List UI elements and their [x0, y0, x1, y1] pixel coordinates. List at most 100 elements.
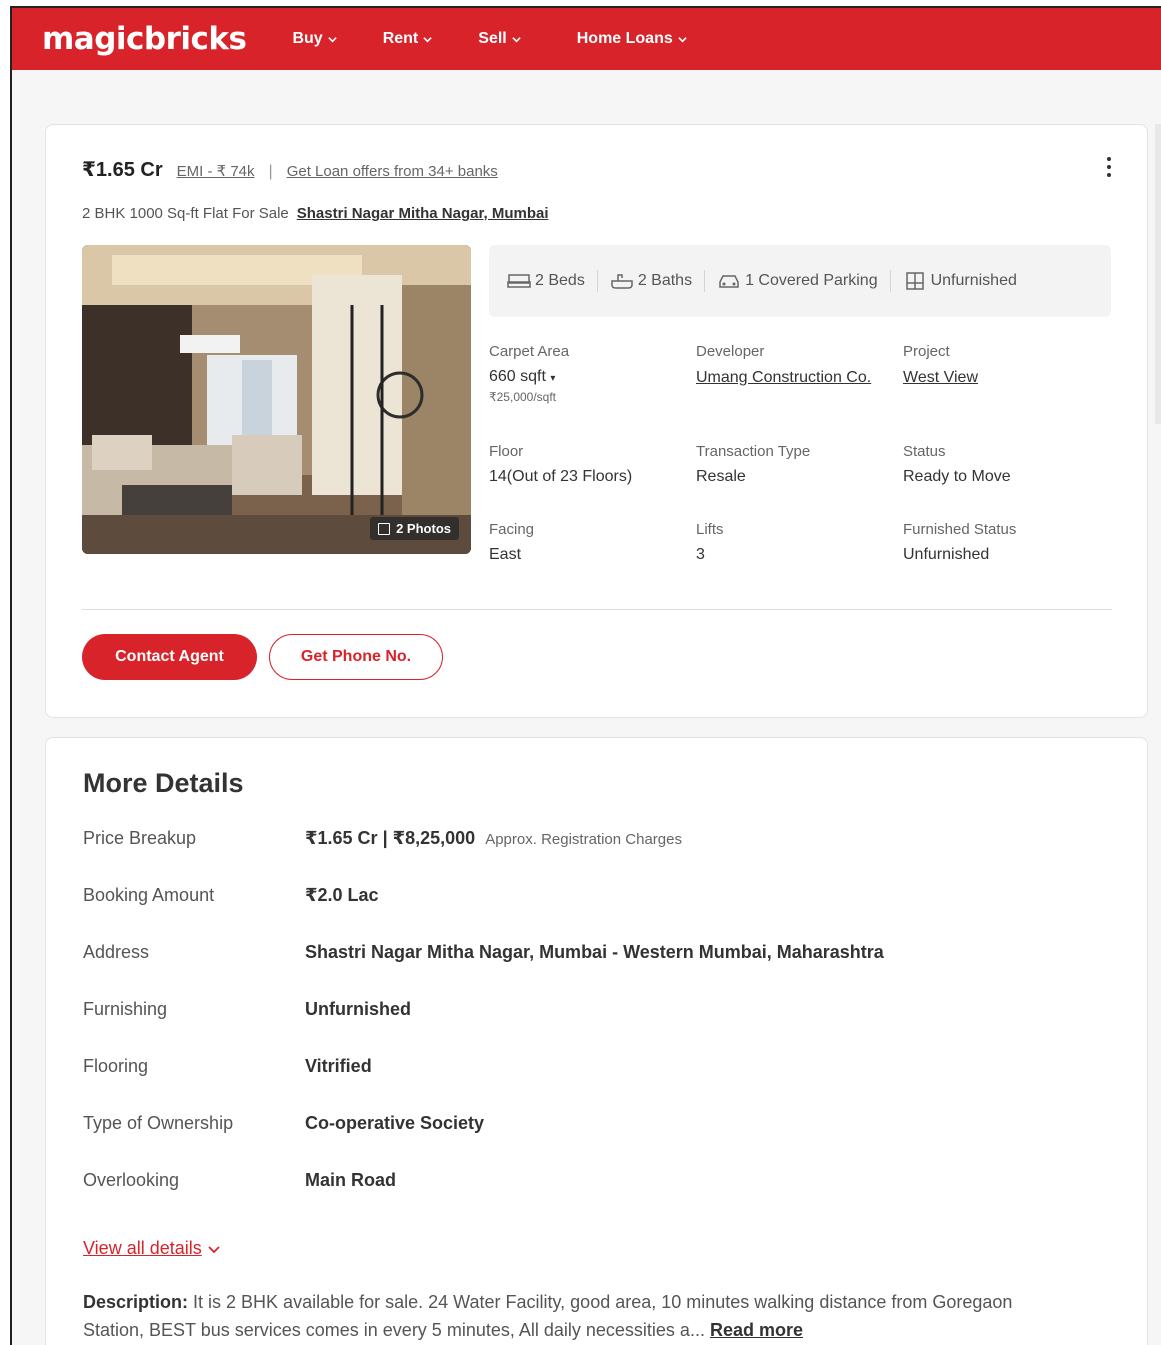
- more-details-title: More Details: [83, 768, 244, 798]
- beds-label: 2 Beds: [535, 272, 585, 289]
- furnished-status-spec: Furnished Status Unfurnished: [903, 521, 1103, 564]
- side-scroll-track: [1155, 124, 1161, 424]
- detail-value: Shastri Nagar Mitha Nagar, Mumbai - West…: [305, 942, 884, 962]
- detail-extra: Approx. Registration Charges: [485, 831, 682, 848]
- amenity-divider: [596, 270, 598, 292]
- developer-spec: Developer Umang Construction Co.: [696, 343, 896, 389]
- project-link[interactable]: West View: [903, 366, 1103, 389]
- detail-value: Co-operative Society: [305, 1113, 485, 1133]
- project-spec: Project West View: [903, 343, 1103, 389]
- baths-info: 2 Baths: [610, 272, 692, 290]
- bed-icon: [507, 274, 531, 288]
- detail-value: Main Road: [305, 1170, 397, 1190]
- detail-value: ₹1.65 Cr | ₹8,25,000: [305, 828, 476, 848]
- contact-agent-button[interactable]: Contact Agent: [82, 634, 257, 680]
- lifts-spec: Lifts 3: [696, 521, 896, 564]
- floor-spec: Floor 14(Out of 23 Floors): [489, 443, 689, 486]
- card-divider: [82, 609, 1112, 610]
- carpet-area-spec: Carpet Area 660 sqft ▾ ₹25,000/sqft: [489, 343, 689, 404]
- more-details-card: More Details Price Breakup ₹1.65 Cr | ₹8…: [45, 737, 1148, 1345]
- property-listing-card: ₹1.65 Cr EMI - ₹ 74k | Get Loan offers f…: [45, 124, 1148, 718]
- photo-count-badge[interactable]: 2 Photos: [370, 517, 459, 540]
- amenities-bar: 2 Beds 2 Baths 1 Covered Parking Unfurni…: [489, 245, 1111, 317]
- carpet-area-value[interactable]: 660 sqft ▾: [489, 368, 689, 386]
- chevron-down-icon: [328, 35, 337, 44]
- amenity-divider: [704, 270, 706, 292]
- view-all-details-label: View all details: [83, 1238, 202, 1258]
- nav-rent-label: Rent: [382, 30, 419, 47]
- detail-label: Overlooking: [83, 1170, 180, 1190]
- chevron-down-icon: [512, 35, 521, 44]
- detail-row-price-breakup: Price Breakup ₹1.65 Cr | ₹8,25,000 Appro…: [83, 828, 682, 849]
- property-title: 2 BHK 1000 Sq-ft Flat For Sale: [82, 205, 289, 222]
- beds-info: 2 Beds: [507, 272, 585, 290]
- emi-link[interactable]: EMI - ₹ 74k: [177, 162, 255, 180]
- magicbricks-logo[interactable]: magicbricks: [42, 21, 247, 57]
- carpet-area-label: Carpet Area: [489, 343, 570, 360]
- amenity-divider: [889, 270, 891, 292]
- detail-row-overlooking: Overlooking Main Road: [83, 1170, 396, 1191]
- loan-offers-link[interactable]: Get Loan offers from 34+ banks: [287, 163, 498, 180]
- floor-value: 14(Out of 23 Floors): [489, 468, 633, 485]
- view-all-details-link[interactable]: View all details: [83, 1238, 220, 1259]
- facing-label: Facing: [489, 521, 535, 538]
- read-more-link[interactable]: Read more: [710, 1320, 803, 1340]
- detail-row-flooring: Flooring Vitrified: [83, 1056, 372, 1077]
- chevron-down-icon: [208, 1245, 220, 1253]
- living-room-photo-illustration: [82, 245, 471, 554]
- transaction-spec: Transaction Type Resale: [696, 443, 896, 486]
- detail-label: Type of Ownership: [83, 1113, 234, 1133]
- top-navigation-bar: magicbricks Buy Rent Sell Home Loans: [12, 8, 1161, 70]
- wardrobe-icon: [905, 272, 924, 290]
- detail-label: Address: [83, 942, 150, 962]
- detail-row-ownership: Type of Ownership Co-operative Society: [83, 1113, 484, 1134]
- lifts-value: 3: [696, 546, 705, 563]
- developer-link[interactable]: Umang Construction Co.: [696, 366, 886, 389]
- detail-label: Flooring: [83, 1056, 149, 1076]
- furnishing-label: Unfurnished: [930, 272, 1017, 289]
- lifts-label: Lifts: [696, 521, 724, 538]
- detail-label: Booking Amount: [83, 885, 215, 905]
- nav-sell[interactable]: Sell: [478, 30, 521, 48]
- detail-label: Price Breakup: [83, 828, 197, 848]
- detail-value: Unfurnished: [305, 999, 411, 1019]
- furnishing-info: Unfurnished: [903, 271, 1017, 291]
- project-label: Project: [903, 343, 950, 360]
- furnished-status-value: Unfurnished: [903, 546, 990, 563]
- main-nav: Buy Rent Sell Home Loans: [292, 30, 732, 48]
- price-separator: |: [268, 163, 273, 180]
- nav-rent[interactable]: Rent: [383, 30, 433, 48]
- get-phone-button[interactable]: Get Phone No.: [269, 634, 443, 680]
- description-text: It is 2 BHK available for sale. 24 Water…: [83, 1292, 1013, 1340]
- floor-label: Floor: [489, 443, 524, 460]
- furnished-status-label: Furnished Status: [903, 521, 1017, 538]
- photo-count-label: 2 Photos: [396, 521, 451, 536]
- facing-value: East: [489, 546, 522, 563]
- property-description: Description: It is 2 BHK available for s…: [83, 1288, 1073, 1344]
- detail-row-booking-amount: Booking Amount ₹2.0 Lac: [83, 885, 379, 906]
- page-frame: magicbricks Buy Rent Sell Home Loans ₹1.…: [10, 6, 1161, 1345]
- property-location-link[interactable]: Shastri Nagar Mitha Nagar, Mumbai: [297, 205, 549, 222]
- carpet-rate: ₹25,000/sqft: [489, 390, 557, 404]
- transaction-label: Transaction Type: [696, 443, 811, 460]
- nav-buy[interactable]: Buy: [292, 30, 337, 48]
- transaction-value: Resale: [696, 468, 746, 485]
- description-label: Description:: [83, 1292, 189, 1312]
- parking-label: 1 Covered Parking: [745, 272, 878, 289]
- nav-home-loans-label: Home Loans: [576, 30, 673, 47]
- detail-row-furnishing: Furnishing Unfurnished: [83, 999, 411, 1020]
- more-options-icon[interactable]: [1103, 155, 1115, 181]
- detail-value: ₹2.0 Lac: [305, 885, 379, 905]
- bath-icon: [611, 274, 633, 289]
- price-row: ₹1.65 Cr EMI - ₹ 74k | Get Loan offers f…: [82, 157, 498, 182]
- detail-label: Furnishing: [83, 999, 168, 1019]
- nav-home-loans[interactable]: Home Loans: [577, 30, 687, 48]
- property-photo[interactable]: 2 Photos: [82, 245, 471, 554]
- nav-buy-label: Buy: [292, 30, 323, 47]
- status-value: Ready to Move: [903, 468, 1011, 485]
- property-subtitle: 2 BHK 1000 Sq-ft Flat For Sale Shastri Na…: [82, 205, 549, 222]
- status-label: Status: [903, 443, 946, 460]
- baths-label: 2 Baths: [637, 272, 693, 289]
- status-spec: Status Ready to Move: [903, 443, 1103, 486]
- detail-row-address: Address Shastri Nagar Mitha Nagar, Mumba…: [83, 942, 884, 963]
